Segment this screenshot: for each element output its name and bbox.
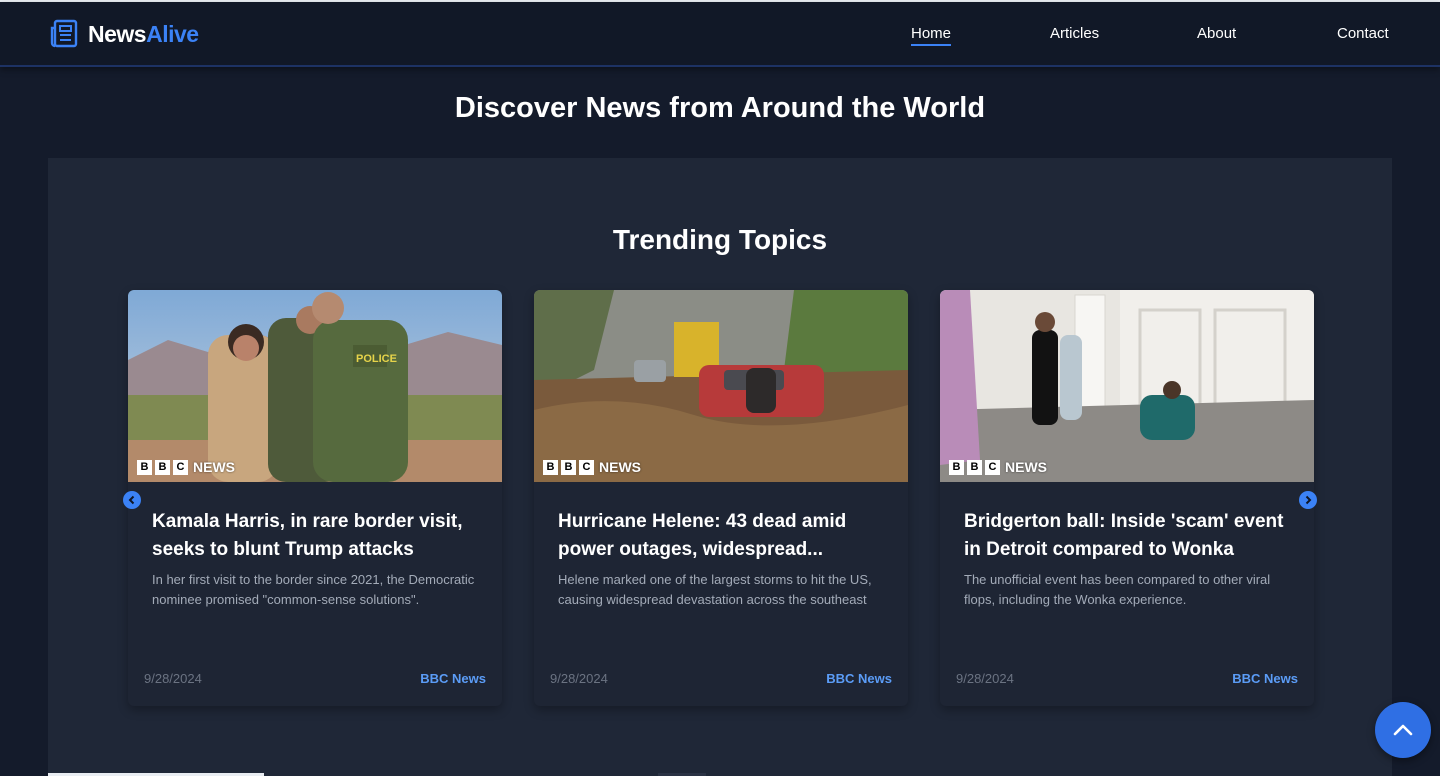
bbc-letter: C <box>579 459 594 475</box>
bbc-letter: C <box>985 459 1000 475</box>
news-card[interactable]: B B C NEWS Bridgerton ball: Inside 'scam… <box>940 290 1314 706</box>
bbc-letter: B <box>561 459 576 475</box>
news-card-source-link[interactable]: BBC News <box>1232 671 1298 686</box>
bbc-letter: C <box>173 459 188 475</box>
bbc-news-logo: B B C NEWS <box>949 459 1047 475</box>
bbc-letter: B <box>155 459 170 475</box>
bridgerton-event-photo <box>940 290 1314 482</box>
news-card-title[interactable]: Hurricane Helene: 43 dead amid power out… <box>558 508 888 564</box>
news-card-source-link[interactable]: BBC News <box>420 671 486 686</box>
bbc-news-text: NEWS <box>599 459 641 475</box>
svg-text:POLICE: POLICE <box>356 353 397 365</box>
nav-contact[interactable]: Contact <box>1337 24 1389 44</box>
scroll-to-top-button[interactable] <box>1375 702 1431 758</box>
bbc-news-text: NEWS <box>193 459 235 475</box>
bbc-letter: B <box>949 459 964 475</box>
brand-name-part2: Alive <box>146 20 199 47</box>
border-visit-photo: POLICE <box>128 290 502 482</box>
news-card-source-link[interactable]: BBC News <box>826 671 892 686</box>
brand-name-part1: News <box>88 20 147 47</box>
carousel-prev-button[interactable] <box>123 491 141 509</box>
nav-home[interactable]: Home <box>911 24 952 46</box>
news-card-date: 9/28/2024 <box>550 671 608 686</box>
news-card-image[interactable]: B B C NEWS <box>534 290 908 482</box>
bbc-letter: B <box>137 459 152 475</box>
news-card-description: The unofficial event has been compared t… <box>964 572 1271 607</box>
nav-about[interactable]: About <box>1197 24 1236 44</box>
news-card[interactable]: POLICE B B C NEWS Kamala Harris, in rare… <box>128 290 502 706</box>
news-card-title[interactable]: Kamala Harris, in rare border visit, see… <box>152 508 482 564</box>
news-card-title[interactable]: Bridgerton ball: Inside 'scam' event in … <box>964 508 1294 564</box>
news-card-date: 9/28/2024 <box>956 671 1014 686</box>
chevron-left-icon <box>128 495 135 505</box>
trending-section: Trending Topics POLICE B B C NEWS Kamala… <box>48 158 1392 776</box>
news-card-description: Helene marked one of the largest storms … <box>558 572 872 607</box>
news-card-date: 9/28/2024 <box>144 671 202 686</box>
bbc-letter: B <box>967 459 982 475</box>
bbc-letter: B <box>543 459 558 475</box>
news-card-image[interactable]: B B C NEWS <box>940 290 1314 482</box>
navbar: NewsAlive Home Articles About Contact <box>0 2 1440 67</box>
bbc-news-logo: B B C NEWS <box>543 459 641 475</box>
bbc-news-text: NEWS <box>1005 459 1047 475</box>
nav-articles[interactable]: Articles <box>1050 24 1099 44</box>
news-card-description: In her first visit to the border since 2… <box>152 572 475 607</box>
bbc-news-logo: B B C NEWS <box>137 459 235 475</box>
section-title: Trending Topics <box>612 224 828 255</box>
newspaper-icon <box>50 19 78 48</box>
hurricane-flood-photo <box>534 290 908 482</box>
page-title: Discover News from Around the World <box>454 92 986 124</box>
news-card-image[interactable]: POLICE B B C NEWS <box>128 290 502 482</box>
brand-logo[interactable]: NewsAlive <box>48 18 199 50</box>
chevron-up-icon <box>1393 724 1413 736</box>
news-card[interactable]: B B C NEWS Hurricane Helene: 43 dead ami… <box>534 290 908 706</box>
brand-name: NewsAlive <box>88 21 199 48</box>
chevron-right-icon <box>1305 495 1312 505</box>
carousel-next-button[interactable] <box>1299 491 1317 509</box>
